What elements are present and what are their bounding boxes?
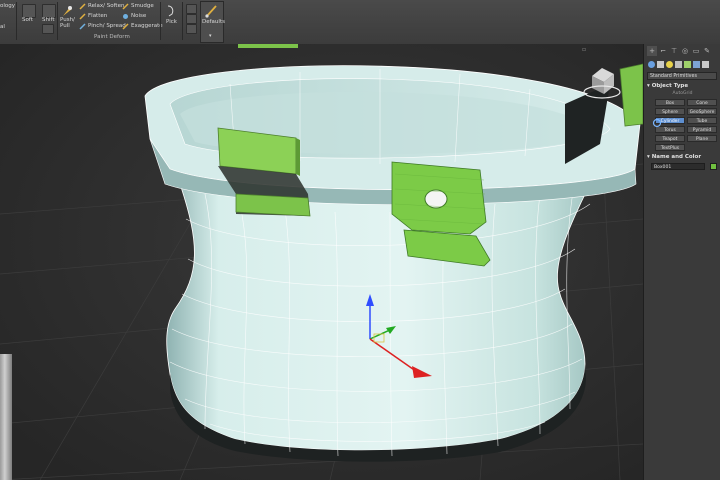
spacewarps-icon[interactable] [693, 61, 700, 68]
display-tab-icon[interactable]: ▭ [691, 46, 701, 56]
primitives-dropdown[interactable]: Standard Primitives [647, 72, 717, 80]
exaggerate-icon [122, 23, 129, 30]
geometry-icon[interactable] [648, 61, 655, 68]
push-pull-label: Push/ Pull [60, 17, 75, 29]
tube-button[interactable]: Tube [687, 117, 717, 124]
cylinder-mesh[interactable] [166, 163, 601, 462]
ribbon-clipped-label: al [0, 24, 5, 30]
shift-options-button[interactable] [42, 24, 54, 34]
geosphere-button[interactable]: GeoSphere [687, 108, 717, 115]
shift-button[interactable] [42, 4, 56, 18]
smudge-icon [122, 3, 129, 10]
noise-tool[interactable]: Noise [122, 13, 146, 20]
texture-strip [0, 354, 12, 480]
pyramid-button[interactable]: Pyramid [687, 126, 717, 133]
pinch-spread-tool[interactable]: Pinch/ Spread [79, 23, 126, 30]
noise-icon [123, 14, 128, 19]
pick-label: Pick [166, 19, 177, 25]
cameras-icon[interactable] [675, 61, 682, 68]
object-color-swatch[interactable] [710, 163, 717, 170]
shift-label: Shift [42, 17, 55, 23]
brush-icon [205, 5, 217, 18]
shapes-icon[interactable] [657, 61, 664, 68]
pick-icon [167, 5, 174, 17]
pinch-spread-icon [79, 23, 86, 30]
create-category-icons [644, 59, 720, 70]
smudge-label: Smudge [131, 3, 154, 9]
relax-soften-tool[interactable]: Relax/ Soften [79, 3, 124, 10]
ribbon-clipped-label: ology [0, 3, 16, 9]
motion-tab-icon[interactable]: ◎ [680, 46, 690, 56]
defaults-label: Defaults [202, 19, 225, 25]
exaggerate-tool[interactable]: Exaggerate [122, 23, 163, 30]
systems-icon[interactable] [702, 61, 709, 68]
object-type-title: Object Type [651, 83, 689, 89]
flatten-label: Flatten [88, 13, 108, 19]
create-tab-plus-icon[interactable]: + [647, 46, 657, 56]
exaggerate-label: Exaggerate [131, 23, 163, 29]
object-type-rollout-header[interactable]: ▾ Object Type [647, 83, 718, 89]
cone-button[interactable]: Cone [687, 99, 717, 106]
relax-soften-icon [79, 3, 86, 10]
soft-button[interactable] [22, 4, 36, 18]
command-panel: + ⌐ ⊤ ◎ ▭ ✎ Standard Primitives ▾ Object… [643, 44, 720, 480]
smudge-tool[interactable]: Smudge [122, 3, 154, 10]
autogrid-checkbox[interactable]: AutoGrid [647, 91, 718, 96]
defaults-button[interactable]: Defaults ▾ [200, 1, 225, 43]
helpers-icon[interactable] [684, 61, 691, 68]
hierarchy-tab-icon[interactable]: ⊤ [669, 46, 679, 56]
ribbon-toolbar: ology al Soft Shift Push/ Pull Relax/ So… [0, 0, 720, 45]
soft-label: Soft [22, 17, 33, 23]
push-pull-icon [63, 6, 72, 16]
noise-label: Noise [131, 13, 147, 19]
name-color-rollout-header[interactable]: ▾ Name and Color [647, 154, 718, 160]
viewport-scene[interactable] [0, 44, 643, 480]
utilities-tab-wrench-icon[interactable]: ✎ [702, 46, 712, 56]
perspective-viewport[interactable]: ▫ [0, 44, 643, 480]
command-panel-tabs: + ⌐ ⊤ ◎ ▭ ✎ [644, 46, 720, 58]
teapot-button[interactable]: Teapot [655, 135, 685, 142]
box-button[interactable]: Box [655, 99, 685, 106]
flatten-tool[interactable]: Flatten [79, 13, 107, 20]
push-pull-button[interactable]: Push/ Pull [60, 3, 75, 33]
option-toggle-button[interactable] [186, 24, 197, 34]
flatten-icon [79, 13, 86, 20]
dropdown-arrow-icon: ▾ [209, 33, 212, 39]
option-toggle-button[interactable] [186, 14, 197, 24]
object-name-field[interactable]: Box001 [651, 163, 705, 170]
mouse-cursor-icon [652, 118, 662, 128]
textplus-button[interactable]: TextPlus [655, 144, 685, 151]
option-toggle-button[interactable] [186, 4, 197, 14]
plane-button[interactable]: Plane [687, 135, 717, 142]
relax-soften-label: Relax/ Soften [88, 3, 125, 9]
paint-deform-group-label: Paint Deform [94, 34, 130, 40]
sphere-button[interactable]: Sphere [655, 108, 685, 115]
pinch-spread-label: Pinch/ Spread [88, 23, 126, 29]
lights-icon[interactable] [666, 61, 673, 68]
pick-button[interactable]: Pick [164, 3, 178, 33]
modify-tab-icon[interactable]: ⌐ [658, 46, 668, 56]
name-color-title: Name and Color [651, 154, 702, 160]
green-strip [238, 44, 298, 48]
viewport-maximize-icon[interactable]: ▫ [582, 46, 588, 53]
